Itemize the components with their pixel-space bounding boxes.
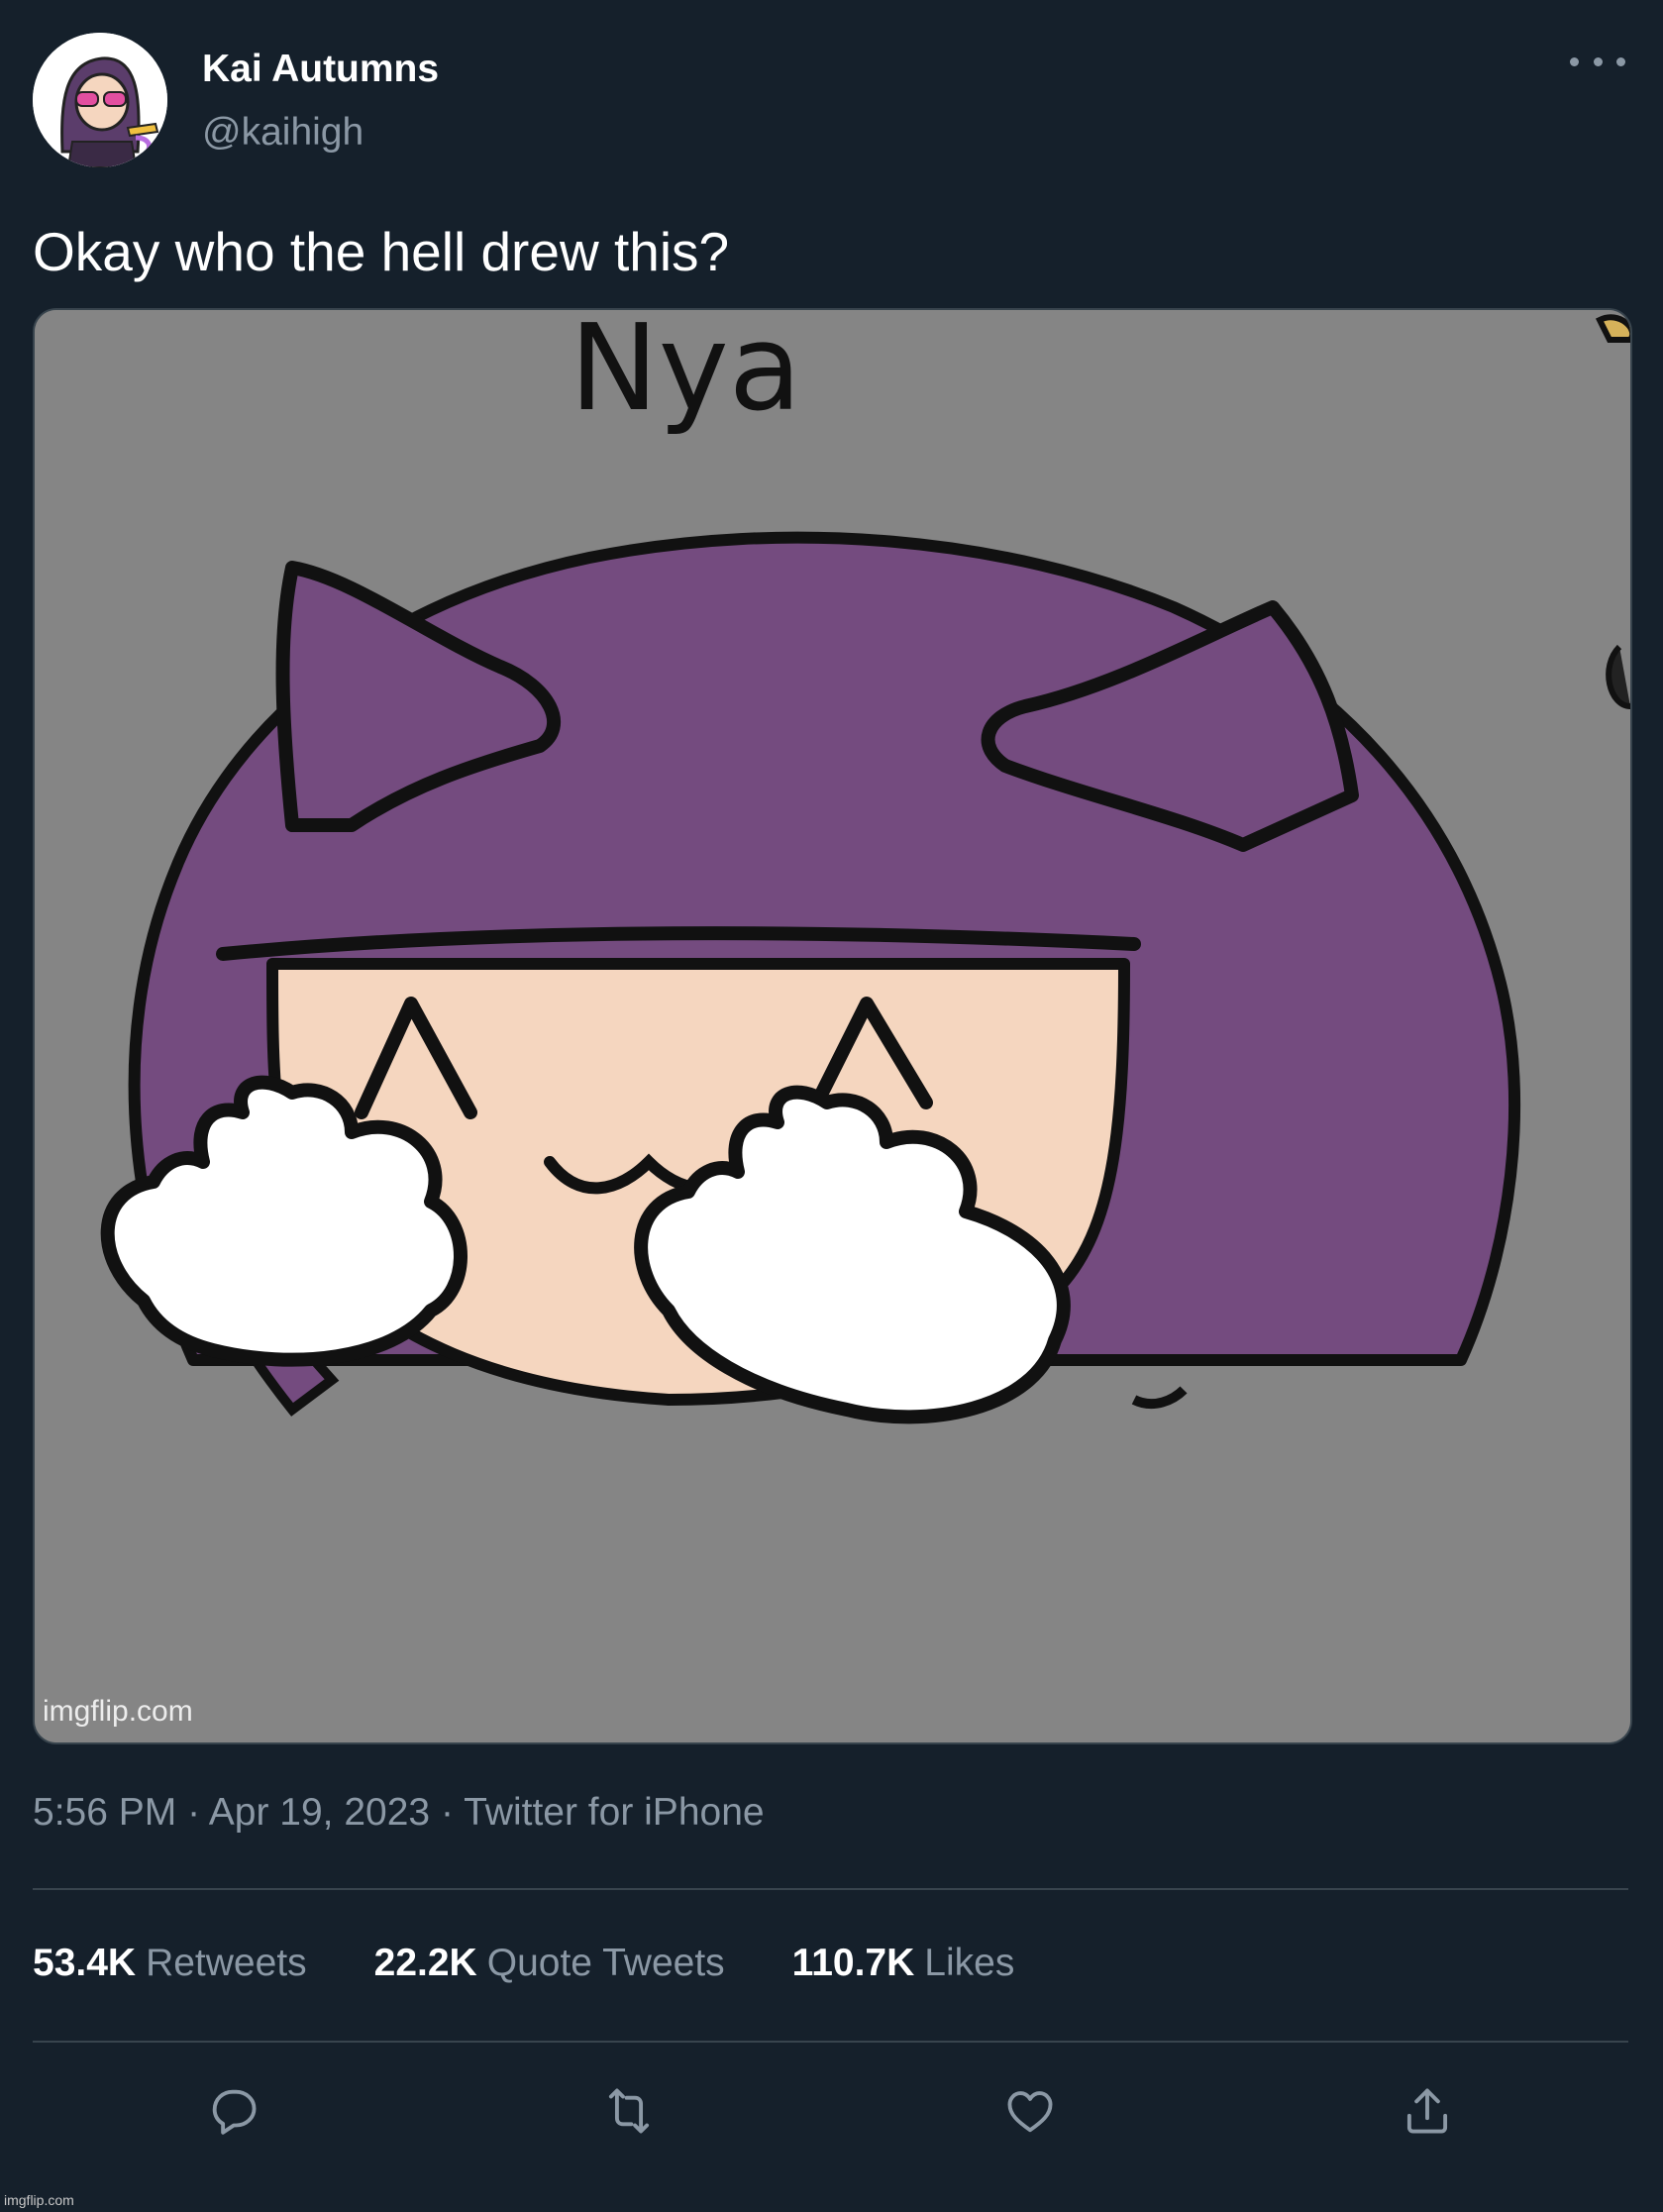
retweets-stat[interactable]: 53.4K Retweets xyxy=(33,1942,307,1985)
likes-count: 110.7K xyxy=(791,1942,915,1984)
footer-watermark: imgflip.com xyxy=(4,2192,74,2208)
retweet-button[interactable] xyxy=(596,2078,662,2144)
media-watermark: imgflip.com xyxy=(43,1695,193,1728)
author-avatar[interactable] xyxy=(33,33,167,167)
divider xyxy=(33,2041,1628,2043)
like-icon xyxy=(1007,2091,1053,2133)
reply-button[interactable] xyxy=(201,2078,266,2144)
quote-tweets-count: 22.2K xyxy=(373,1942,477,1984)
quote-tweets-stat[interactable]: 22.2K Quote Tweets xyxy=(374,1942,725,1985)
dot xyxy=(1593,56,1603,66)
tweet-text: Okay who the hell drew this? xyxy=(33,221,730,282)
quote-tweets-label: Quote Tweets xyxy=(486,1942,725,1984)
drawing-caption: Nya xyxy=(570,310,801,438)
dot xyxy=(1616,56,1625,66)
avatar-image xyxy=(33,33,167,167)
share-button[interactable] xyxy=(1395,2078,1460,2144)
divider xyxy=(33,1888,1628,1890)
nya-drawing: Nya xyxy=(35,310,1630,1742)
meta-separator: · xyxy=(187,1791,201,1834)
tweet-stats: 53.4K Retweets 22.2K Quote Tweets 110.7K Li… xyxy=(33,1942,1082,1985)
tweet-card: Kai Autumns @kaihigh Okay who the hell d… xyxy=(0,0,1663,2212)
likes-label: Likes xyxy=(924,1942,1015,1984)
retweets-label: Retweets xyxy=(146,1942,307,1984)
tweet-media-image[interactable]: Nya imgflip.com xyxy=(33,308,1632,1744)
author-handle[interactable]: @kaihigh xyxy=(202,111,364,155)
retweet-icon xyxy=(608,2088,650,2134)
more-options-icon[interactable] xyxy=(1570,44,1625,79)
meta-separator: · xyxy=(440,1791,454,1834)
author-name[interactable]: Kai Autumns xyxy=(202,48,439,91)
tweet-meta: 5:56 PM · Apr 19, 2023 · Twitter for iPh… xyxy=(33,1791,765,1835)
like-button[interactable] xyxy=(997,2078,1063,2144)
dot xyxy=(1570,56,1579,66)
share-icon xyxy=(1406,2088,1448,2134)
tweet-time[interactable]: 5:56 PM xyxy=(33,1791,176,1834)
reply-icon xyxy=(212,2089,257,2135)
retweets-count: 53.4K xyxy=(33,1942,137,1984)
tweet-source[interactable]: Twitter for iPhone xyxy=(464,1791,764,1834)
tweet-date[interactable]: Apr 19, 2023 xyxy=(209,1791,430,1834)
likes-stat[interactable]: 110.7K Likes xyxy=(792,1942,1015,1985)
